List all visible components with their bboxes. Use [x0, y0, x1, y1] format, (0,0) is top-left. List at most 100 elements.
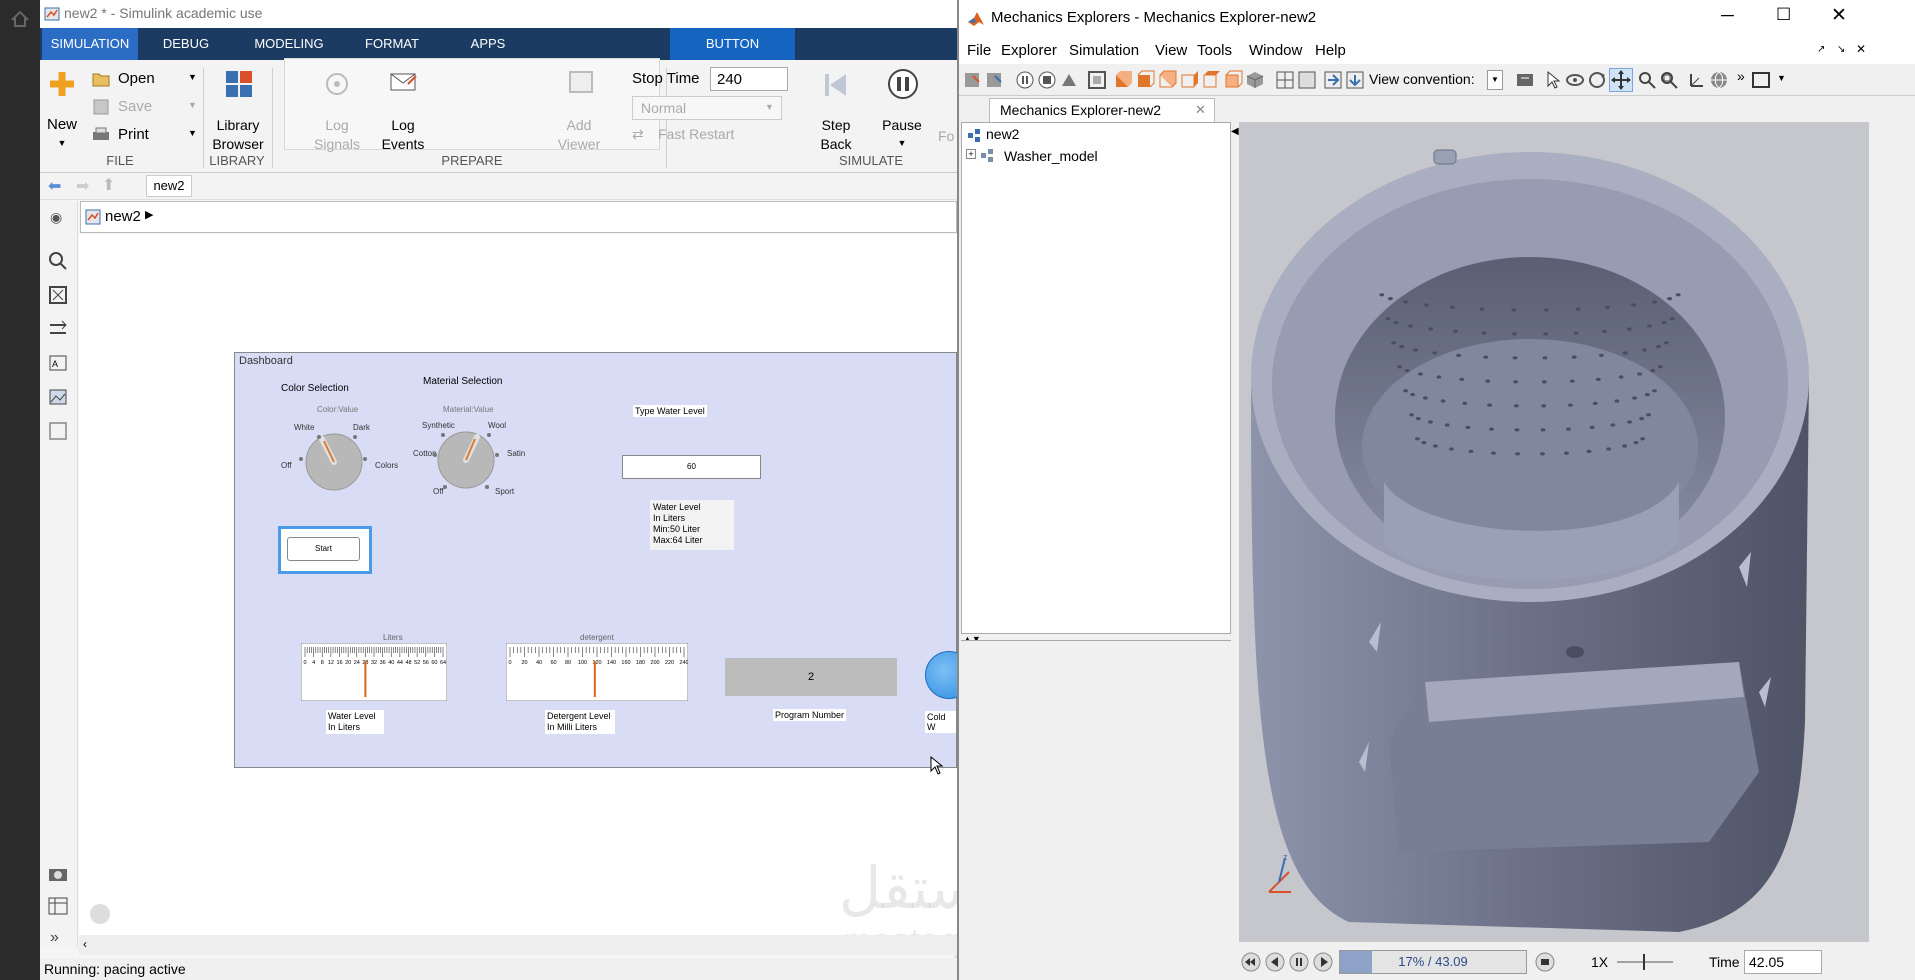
add-viewer-button[interactable]: Add Viewer — [548, 66, 610, 152]
view-convention-dropdown[interactable]: ▼ — [1487, 70, 1503, 90]
zoom-icon[interactable] — [48, 251, 68, 271]
single-view-icon[interactable] — [1297, 70, 1317, 90]
rewind-icon[interactable] — [1241, 952, 1261, 972]
model-data-icon[interactable] — [48, 897, 68, 915]
start-button-block[interactable]: Start — [278, 526, 372, 574]
view-right-icon[interactable] — [1179, 70, 1199, 90]
fast-restart-button[interactable]: ⇄ Fast Restart — [632, 126, 762, 146]
stop-time-input[interactable] — [710, 67, 788, 91]
frames-icon[interactable] — [1687, 70, 1707, 90]
horizontal-scrollbar[interactable]: ‹ — [79, 935, 957, 955]
camera-icon[interactable] — [48, 865, 68, 883]
close-icon[interactable]: ✕ — [1831, 4, 1847, 27]
export-icon[interactable] — [963, 70, 983, 90]
minimize-icon[interactable]: ─ — [1721, 5, 1734, 26]
menu-explorer[interactable]: Explorer — [1001, 42, 1057, 59]
menu-tools[interactable]: Tools — [1197, 42, 1232, 59]
chevron-down-icon[interactable]: ▼ — [1777, 73, 1786, 83]
forward-arrow-icon[interactable]: ➡ — [76, 176, 89, 196]
tab-apps[interactable]: APPS — [440, 28, 536, 60]
four-views-icon[interactable] — [1275, 70, 1295, 90]
log-events-button[interactable]: Log Events — [372, 66, 434, 152]
settings-icon[interactable] — [1515, 70, 1535, 90]
pause-button[interactable]: Pause ▼ — [874, 66, 930, 150]
view-iso-icon[interactable] — [1245, 70, 1265, 90]
water-level-input[interactable]: 60 — [622, 455, 761, 479]
menu-window[interactable]: Window — [1249, 42, 1302, 59]
select-icon[interactable] — [1543, 70, 1563, 90]
rotate-icon[interactable] — [1565, 70, 1585, 90]
stop-icon[interactable] — [1037, 70, 1057, 90]
step-icon[interactable] — [1059, 70, 1079, 90]
view-top-icon[interactable] — [1201, 70, 1221, 90]
playback-progress[interactable]: 17% / 43.09 — [1339, 950, 1527, 974]
window-layout-icon[interactable] — [1751, 70, 1771, 90]
playback-settings-icon[interactable] — [1535, 952, 1555, 972]
menu-simulation[interactable]: Simulation — [1069, 42, 1139, 59]
tree-item-new2[interactable]: new2 — [966, 125, 1226, 145]
tab-modeling[interactable]: MODELING — [234, 28, 344, 60]
collapse-tree-icon[interactable] — [1323, 70, 1343, 90]
menu-file[interactable]: File — [967, 42, 991, 59]
annotation-icon[interactable]: A — [48, 353, 68, 373]
simulation-mode-select[interactable]: Normal ▼ — [632, 96, 782, 120]
up-arrow-icon[interactable]: ⬆ — [102, 175, 115, 195]
export-video-icon[interactable] — [985, 70, 1005, 90]
model-tab-new2[interactable]: new2 — [146, 175, 192, 197]
play-icon[interactable] — [1313, 952, 1333, 972]
zoom-icon[interactable] — [1637, 70, 1657, 90]
view-bottom-icon[interactable] — [1223, 70, 1243, 90]
collapse-panel-icon[interactable]: ◀ — [1231, 126, 1239, 137]
library-browser-button[interactable]: Library Browser — [210, 66, 266, 152]
step-back-button[interactable]: Step Back — [808, 66, 864, 152]
tab-button[interactable]: BUTTON — [670, 28, 795, 60]
3d-viewport[interactable]: z — [1239, 122, 1869, 942]
view-left-icon[interactable] — [1157, 70, 1177, 90]
breadcrumb[interactable]: new2 — [105, 208, 141, 225]
save-button[interactable]: Save ▼ — [92, 98, 197, 118]
speed-slider[interactable] — [1615, 952, 1675, 972]
material-selection-knob[interactable] — [431, 425, 501, 495]
close-tab-icon[interactable]: ✕ — [1195, 102, 1206, 118]
pause-icon[interactable] — [1015, 70, 1035, 90]
dashboard-panel[interactable]: Dashboard Color Selection Color:Value Wh… — [234, 352, 973, 768]
print-button[interactable]: Print ▼ — [92, 126, 197, 146]
log-signals-button[interactable]: Log Signals — [306, 66, 368, 152]
open-button[interactable]: Open ▼ — [92, 70, 197, 90]
menu-help[interactable]: Help — [1315, 42, 1346, 59]
undock-icon[interactable]: ↗ — [1817, 44, 1825, 55]
fit-to-view-icon[interactable] — [1087, 70, 1107, 90]
back-arrow-icon[interactable]: ⬅ — [48, 176, 61, 196]
globe-icon[interactable] — [1709, 70, 1729, 90]
pan-button[interactable] — [1609, 68, 1633, 92]
start-button[interactable]: Start — [287, 537, 360, 561]
area-icon[interactable] — [48, 421, 68, 441]
new-button[interactable]: New ▼ — [44, 66, 80, 150]
signal-routing-icon[interactable] — [48, 319, 68, 339]
hide-browser-icon[interactable]: ◉ — [50, 209, 62, 226]
tree-item-washer-model[interactable]: + Washer_model — [966, 147, 1226, 167]
tab-mechanics-explorer[interactable]: Mechanics Explorer-new2 ✕ — [989, 98, 1215, 122]
tab-simulation[interactable]: SIMULATION — [42, 28, 138, 60]
view-back-icon[interactable] — [1135, 70, 1155, 90]
step-back-icon[interactable] — [1265, 952, 1285, 972]
time-input[interactable] — [1744, 950, 1822, 974]
breadcrumb-arrow-icon[interactable]: ▶ — [145, 208, 153, 221]
pause-icon[interactable] — [1289, 952, 1309, 972]
image-icon[interactable] — [48, 387, 68, 407]
zoom-box-icon[interactable] — [1659, 70, 1679, 90]
roll-icon[interactable] — [1587, 70, 1607, 90]
color-selection-knob[interactable] — [299, 427, 369, 497]
fit-view-icon[interactable] — [48, 285, 68, 305]
toolbar-overflow-icon[interactable]: » — [1737, 68, 1745, 84]
menu-view[interactable]: View — [1155, 42, 1187, 59]
tab-debug[interactable]: DEBUG — [138, 28, 234, 60]
expand-tree-icon[interactable] — [1345, 70, 1365, 90]
close-icon[interactable]: ✕ — [1856, 42, 1866, 56]
expand-icon[interactable]: + — [966, 149, 976, 159]
view-front-icon[interactable] — [1113, 70, 1133, 90]
expand-icon[interactable]: » — [50, 929, 59, 947]
maximize-icon[interactable]: ☐ — [1776, 5, 1791, 25]
scroll-left-icon[interactable]: ‹ — [83, 937, 87, 951]
tab-format[interactable]: FORMAT — [344, 28, 440, 60]
